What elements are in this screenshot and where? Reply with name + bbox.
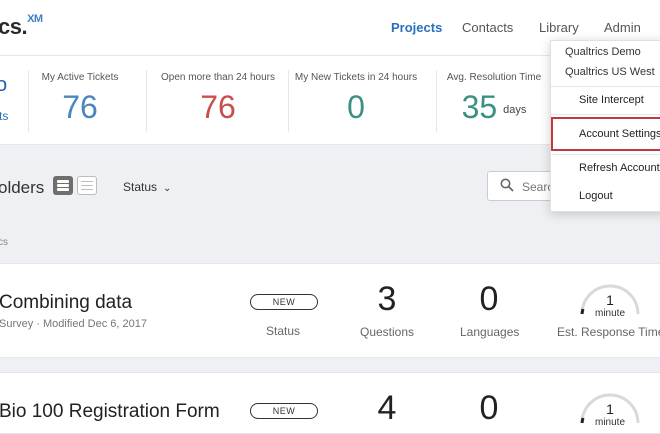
stat-divider xyxy=(436,70,437,132)
response-time-unit: minute xyxy=(594,417,625,428)
account-dropdown-menu: Qualtrics Demo Qualtrics US West Site In… xyxy=(550,40,660,212)
nav-contacts[interactable]: Contacts xyxy=(462,20,513,35)
qualtrics-logo[interactable]: cs.XM xyxy=(0,13,43,40)
nav-library[interactable]: Library xyxy=(539,20,579,35)
menu-divider xyxy=(551,86,660,87)
stat-label: My Active Tickets xyxy=(41,72,119,83)
search-icon xyxy=(500,178,514,192)
response-time-label: Est. Response Time xyxy=(557,325,660,339)
languages-count: 0 xyxy=(479,280,499,318)
menu-divider xyxy=(551,114,660,115)
stat-label: Open more than 24 hours xyxy=(161,72,275,83)
response-time-value: 1 xyxy=(606,401,614,417)
stat-value: 76 xyxy=(62,89,98,125)
stat-new-tickets-24h[interactable]: My New Tickets in 24 hours 0 xyxy=(294,72,418,126)
response-time-value: 1 xyxy=(606,292,614,308)
menu-item-account-settings[interactable]: Account Settings xyxy=(579,128,660,140)
folders-title: olders xyxy=(0,178,45,197)
status-label: Status xyxy=(266,324,301,338)
menu-item-refresh-account[interactable]: Refresh Account xyxy=(579,162,660,174)
chevron-down-icon: ⌄ xyxy=(163,183,172,194)
status-badge: NEW xyxy=(250,403,318,419)
stat-unit: days xyxy=(503,103,527,116)
stat-divider xyxy=(146,70,147,132)
stat-avg-resolution[interactable]: Avg. Resolution Time 35 days xyxy=(444,72,544,126)
status-badge: NEW xyxy=(250,294,318,310)
stat-divider xyxy=(288,70,289,132)
stat-label: Avg. Resolution Time xyxy=(446,72,542,83)
stats-left-fragment: o xyxy=(0,74,8,96)
stats-left-link[interactable]: ts xyxy=(0,109,8,123)
menu-item-logout[interactable]: Logout xyxy=(579,190,613,202)
menu-item-site-intercept[interactable]: Site Intercept xyxy=(579,94,644,106)
project-subtitle: Survey · Modified Dec 6, 2017 xyxy=(0,318,147,330)
stat-open-24h[interactable]: Open more than 24 hours 76 xyxy=(160,72,276,126)
languages-label: Languages xyxy=(460,325,520,339)
compact-view-toggle[interactable] xyxy=(77,176,97,195)
nav-admin[interactable]: Admin xyxy=(604,20,641,35)
account-brand-region: Qualtrics US West xyxy=(565,66,655,78)
stat-value: 0 xyxy=(347,89,365,125)
account-brand-name: Qualtrics Demo xyxy=(565,46,641,58)
response-time-unit: minute xyxy=(594,308,625,319)
questions-label: Questions xyxy=(360,325,415,339)
stat-value: 76 xyxy=(200,89,236,125)
stat-divider xyxy=(28,70,29,132)
list-view-toggle[interactable] xyxy=(53,176,73,195)
status-filter-dropdown[interactable]: Status ⌄ xyxy=(123,180,171,194)
menu-divider xyxy=(551,154,660,155)
stat-my-active-tickets[interactable]: My Active Tickets 76 xyxy=(36,72,124,126)
status-filter-label: Status xyxy=(123,180,158,194)
questions-count: 3 xyxy=(377,280,397,318)
stat-label: My New Tickets in 24 hours xyxy=(294,72,418,83)
nav-projects[interactable]: Projects xyxy=(391,20,442,35)
questions-count: 4 xyxy=(377,389,397,427)
languages-count: 0 xyxy=(479,389,499,427)
project-title[interactable]: Bio 100 Registration Form xyxy=(0,401,220,423)
stat-value: 35 days xyxy=(461,89,527,125)
project-card[interactable]: Combining data Survey · Modified Dec 6, … xyxy=(0,263,660,358)
project-title[interactable]: Combining data xyxy=(0,292,132,314)
column-header-fragment: cs xyxy=(0,237,8,248)
